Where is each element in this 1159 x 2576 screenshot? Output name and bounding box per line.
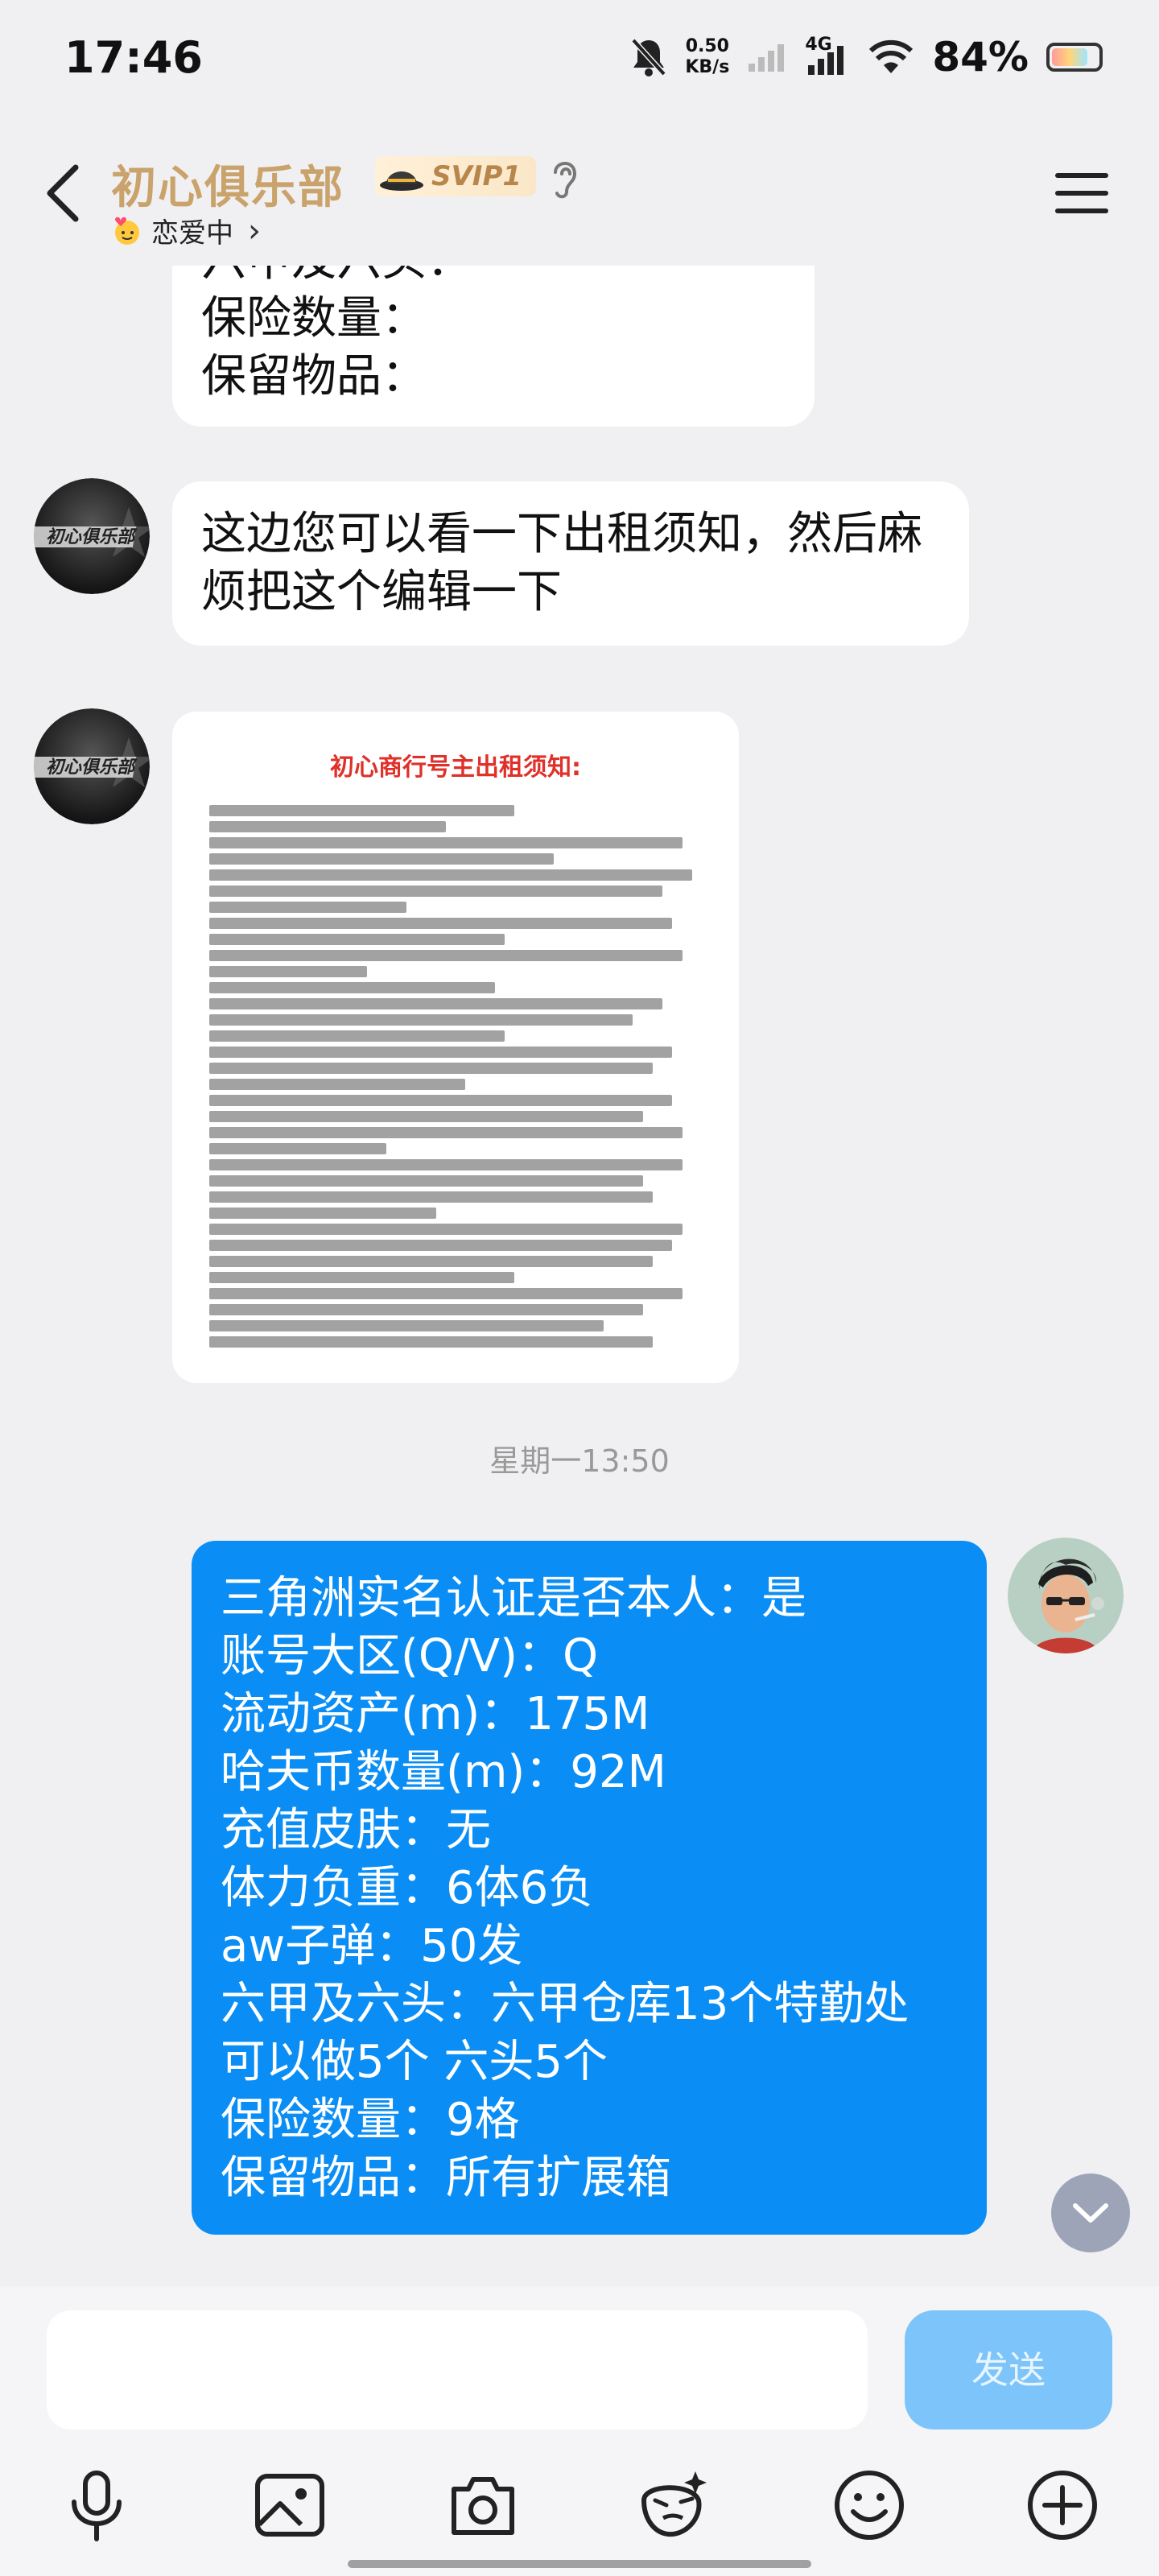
message-line: 三角洲实名认证是否本人：是: [221, 1572, 806, 1624]
notice-title: 初心商行号主出租须知:: [330, 753, 581, 782]
net-speed: 0.50 KB/s: [685, 36, 729, 78]
net-speed-value: 0.50: [685, 36, 729, 56]
my-avatar[interactable]: [1008, 1538, 1124, 1653]
user-portrait-icon: [1008, 1538, 1124, 1653]
signal-4g: 4G: [805, 35, 850, 75]
message-bubble-text[interactable]: 这边您可以看一下出租须知，然后麻烦把这个编辑一下: [172, 481, 969, 646]
message-line: 流动资产(m)：175M: [221, 1688, 650, 1740]
message-line: 可以做5个 六头5个: [221, 2036, 608, 2088]
message-bubble-partial[interactable]: 六甲及六头： 保险数量： 保留物品：: [172, 266, 815, 427]
relationship-label: 恋爱中: [151, 217, 233, 250]
heart-face-icon: [115, 217, 139, 245]
message-line: 充值皮肤：无: [221, 1804, 491, 1856]
toolbar: [0, 2468, 1159, 2565]
message-line: 保留物品：: [201, 350, 427, 402]
status-right: 0.50 KB/s 4G 84%: [630, 34, 1103, 80]
mute-bell-icon: [631, 38, 666, 76]
my-message-bubble[interactable]: 三角洲实名认证是否本人：是 账号大区(Q/V)：Q 流动资产(m)：175M 哈…: [192, 1541, 987, 2235]
chat-title[interactable]: 初心俱乐部: [111, 151, 344, 217]
svip-badge: SVIP1: [375, 156, 537, 196]
input-bar: 发送: [0, 2286, 1159, 2576]
image-icon[interactable]: [253, 2468, 327, 2542]
svip-label: SVIP1: [431, 160, 522, 192]
scroll-to-bottom-button[interactable]: [1051, 2174, 1130, 2252]
message-input[interactable]: [47, 2310, 868, 2429]
message-line: 体力负重：6体6负: [221, 1862, 594, 1914]
chevron-down-icon: [1073, 2203, 1108, 2223]
ear-icon[interactable]: [544, 155, 584, 201]
mic-icon[interactable]: [60, 2468, 134, 2542]
net-speed-unit: KB/s: [685, 57, 730, 77]
battery-icon: [1046, 43, 1103, 72]
emoji-icon[interactable]: [832, 2468, 906, 2542]
chat-header: 初心俱乐部 SVIP1 恋爱中 ›: [0, 129, 1159, 266]
message-timestamp: 星期一13:50: [489, 1443, 670, 1479]
camera-icon[interactable]: [446, 2468, 520, 2542]
sticker-icon[interactable]: [636, 2468, 710, 2542]
status-bar: 17:46 0.50 KB/s 4G 84%: [0, 0, 1159, 121]
message-text: 这边您可以看一下出租须知，然后麻烦把这个编辑一下: [201, 508, 922, 618]
notice-text-lines: [172, 782, 739, 1370]
message-line: 账号大区(Q/V)：Q: [221, 1630, 599, 1682]
send-button[interactable]: 发送: [905, 2310, 1112, 2429]
status-time: 17:46: [64, 32, 203, 83]
message-line: aw子弹：50发: [221, 1920, 523, 1972]
home-indicator[interactable]: [348, 2560, 811, 2568]
battery-percent: 84%: [932, 34, 1029, 80]
message-line: 六甲及六头：六甲仓库13个特勤处: [221, 1978, 909, 2030]
wifi-icon: [869, 39, 914, 73]
club-avatar[interactable]: 初心俱乐部: [34, 708, 150, 824]
back-arrow-icon[interactable]: [40, 161, 89, 225]
relationship-status[interactable]: 恋爱中 ›: [111, 211, 261, 250]
menu-icon[interactable]: [1054, 171, 1109, 216]
svg-text:初心俱乐部: 初心俱乐部: [46, 526, 138, 547]
svg-text:初心俱乐部: 初心俱乐部: [46, 757, 138, 778]
message-line: 保险数量：9格: [221, 2094, 520, 2146]
rental-notice-image[interactable]: 初心商行号主出租须知:: [172, 712, 739, 1383]
signal-icon: [808, 46, 844, 75]
message-line: 保险数量：: [201, 292, 427, 345]
club-logo-icon: 初心俱乐部: [34, 708, 150, 824]
chevron-right-icon: ›: [248, 212, 261, 250]
message-line: 哈夫币数量(m)：92M: [221, 1746, 666, 1798]
plus-icon[interactable]: [1025, 2468, 1099, 2542]
club-logo-icon: 初心俱乐部: [34, 478, 150, 594]
message-line: 保留物品：所有扩展箱: [221, 2152, 671, 2204]
hat-icon: [380, 171, 423, 191]
club-avatar[interactable]: 初心俱乐部: [34, 478, 150, 594]
message-line: 六甲及六头：: [201, 266, 786, 290]
signal-weak-icon: [749, 44, 785, 72]
